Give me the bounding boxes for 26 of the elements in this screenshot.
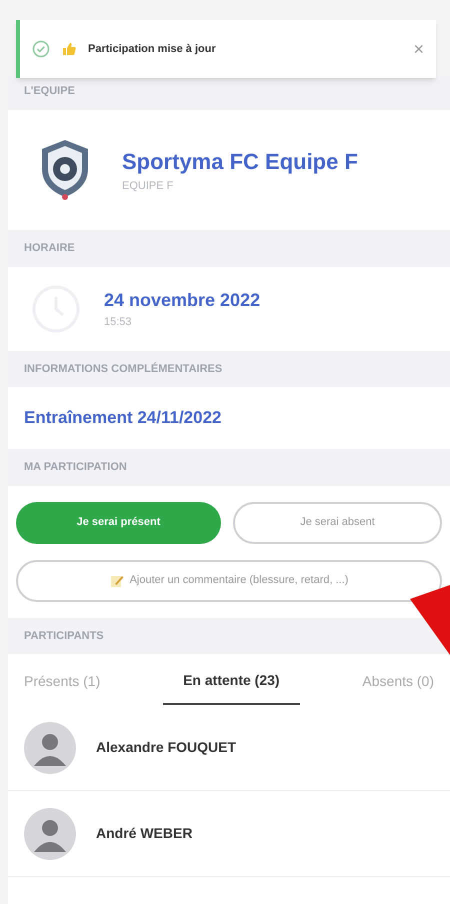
participant-tab[interactable]: En attente (23)	[163, 670, 300, 705]
check-circle-icon	[32, 40, 50, 58]
event-date: 24 novembre 2022	[104, 288, 260, 312]
participation-button[interactable]: Je serai absent	[233, 502, 442, 544]
participation-button[interactable]: Je serai présent	[16, 502, 221, 544]
event-title: Entraînement 24/11/2022	[24, 407, 222, 430]
participant-name: Alexandre FOUQUET	[96, 738, 236, 757]
avatar-icon	[24, 722, 76, 774]
event-time: 15:53	[104, 314, 133, 330]
participant-name: André WEBER	[96, 824, 192, 843]
team-subtitle: EQUIPE F	[122, 179, 174, 194]
section-header: MA PARTICIPATION	[8, 449, 450, 486]
avatar-icon	[24, 808, 76, 860]
toast-message: Participation mise à jour	[88, 42, 216, 57]
participant-tab[interactable]: Présents (1)	[20, 670, 104, 705]
close-button[interactable]: ×	[413, 35, 424, 63]
comment-button[interactable]: Ajouter un commentaire (blessure, retard, ...)	[16, 560, 442, 602]
memo-icon	[110, 574, 124, 588]
pointer-arrow	[410, 585, 450, 655]
thumbs-up-icon	[62, 42, 76, 56]
team-name: Sportyma FC Equipe F	[122, 148, 358, 176]
participant-tab[interactable]: Absents (0)	[358, 670, 438, 705]
section-header: L'EQUIPE	[24, 85, 75, 97]
section-header: INFORMATIONS COMPLÉMENTAIRES	[8, 350, 450, 387]
section-header: HORAIRE	[8, 230, 450, 266]
section-header: PARTICIPANTS	[8, 618, 450, 654]
